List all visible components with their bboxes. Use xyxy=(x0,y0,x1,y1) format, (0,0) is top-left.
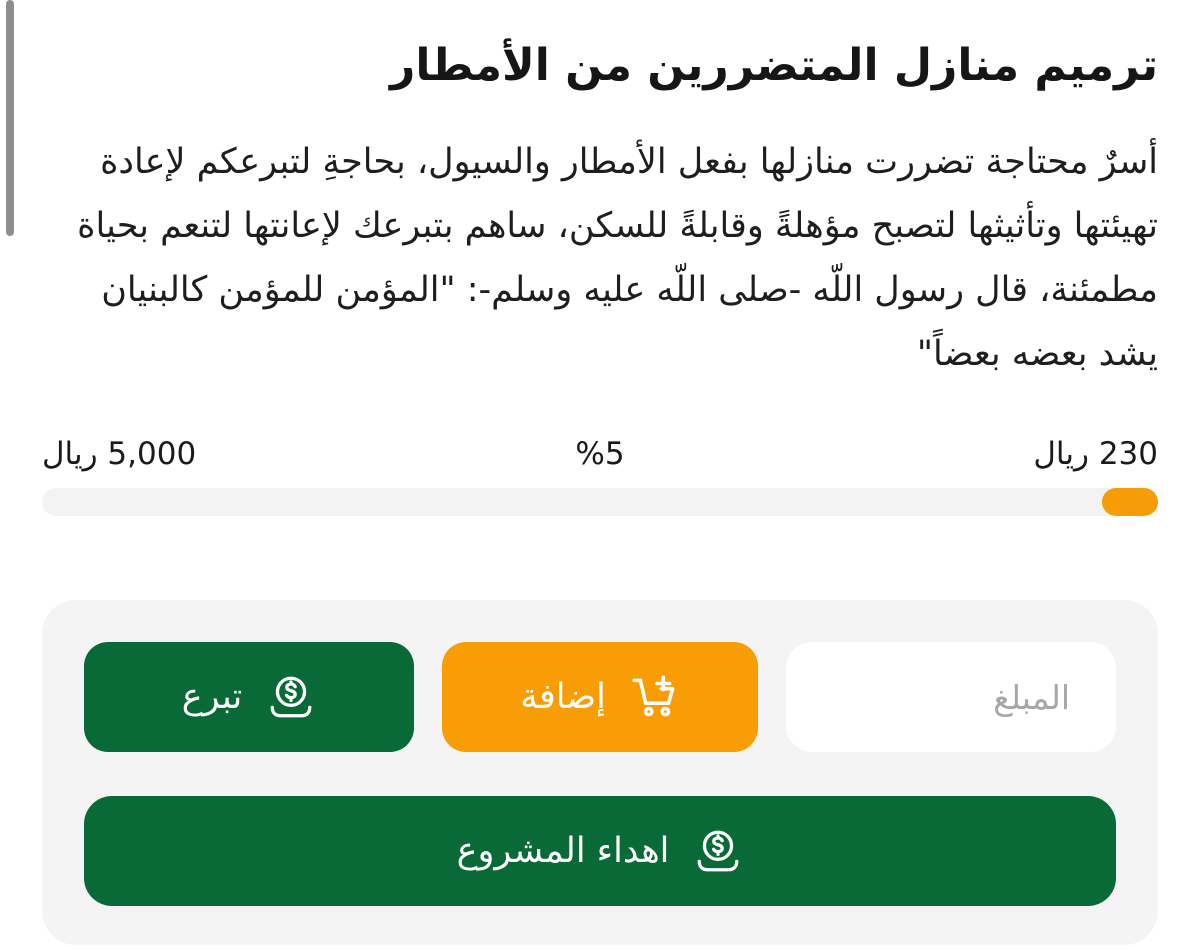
add-to-cart-button[interactable]: إضافة xyxy=(442,642,758,752)
progress-bar xyxy=(42,488,1158,516)
project-title: ترميم منازل المتضررين من الأمطار xyxy=(390,40,1158,91)
project-description: أسرٌ محتاجة تضررت منازلها بفعل الأمطار و… xyxy=(77,142,1158,374)
money-hand-icon xyxy=(693,826,743,876)
cart-add-icon xyxy=(630,672,680,722)
donation-panel: إضافة تبرع اهداء المشروع xyxy=(42,600,1158,945)
page-scrollbar[interactable] xyxy=(6,0,14,236)
donate-button-label: تبرع xyxy=(181,677,243,717)
goal-amount: 5,000 ريال xyxy=(42,436,197,472)
raised-amount: 230 ريال xyxy=(1033,436,1158,472)
gift-button-label: اهداء المشروع xyxy=(456,831,670,871)
donate-button[interactable]: تبرع xyxy=(84,642,414,752)
progress-bar-fill xyxy=(1102,488,1158,516)
money-hand-icon xyxy=(266,672,316,722)
donation-stats: 230 ريال %5 5,000 ريال xyxy=(42,426,1158,482)
progress-percent: %5 xyxy=(575,436,625,472)
amount-input[interactable] xyxy=(786,642,1116,752)
gift-project-button[interactable]: اهداء المشروع xyxy=(84,796,1116,906)
add-button-label: إضافة xyxy=(520,677,606,717)
